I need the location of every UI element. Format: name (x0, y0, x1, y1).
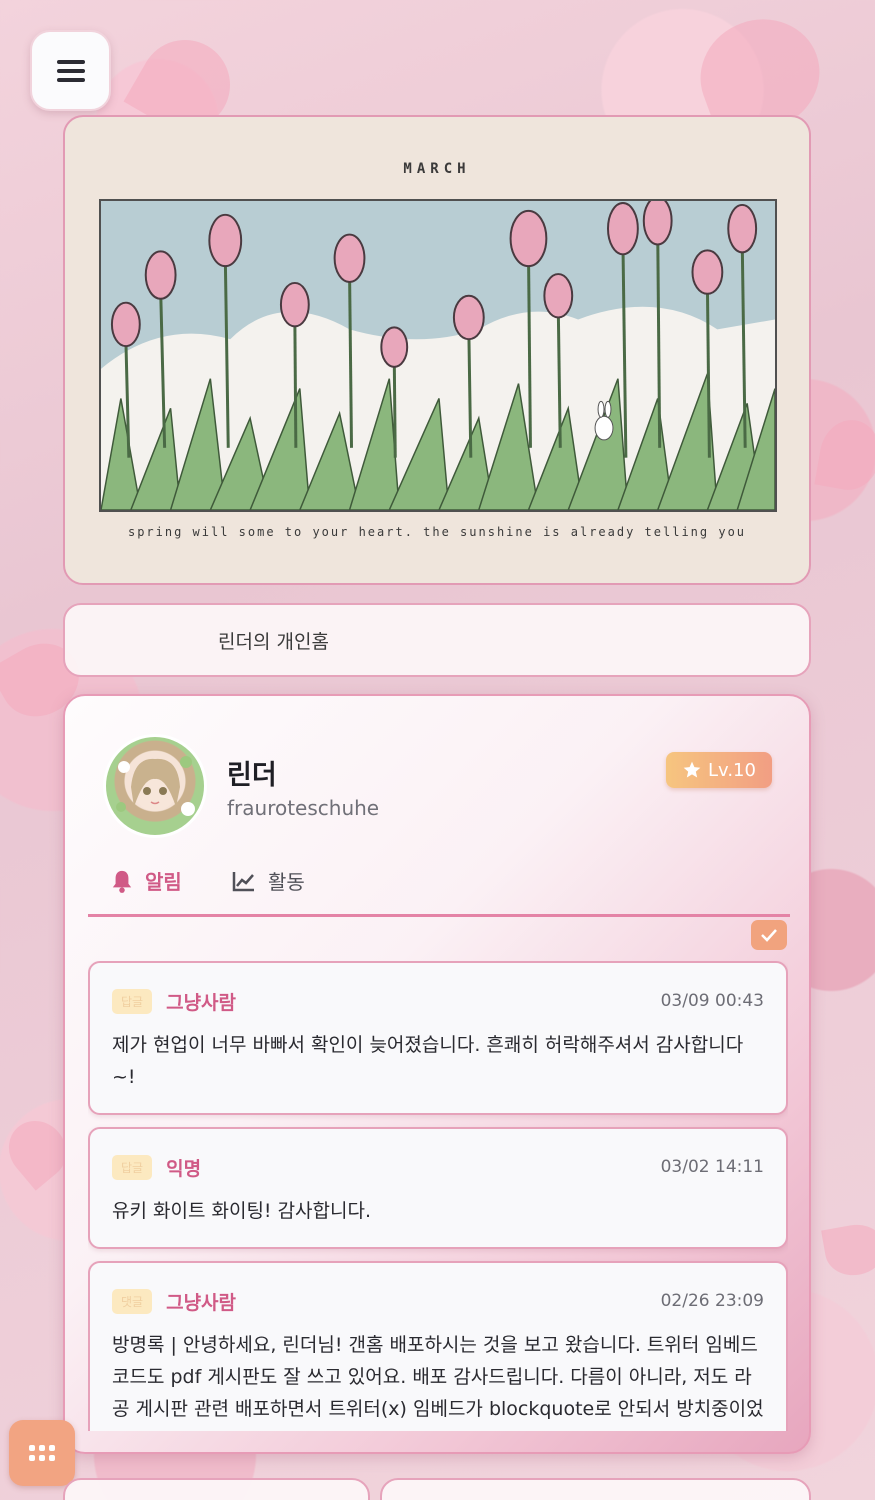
tab-activity[interactable]: 활동 (232, 866, 305, 895)
level-badge: Lv.10 (666, 752, 772, 788)
notification-message: 유키 화이트 화이팅! 감사합니다. (112, 1200, 372, 1222)
notification-item[interactable]: 댓글 그냥사람 02/26 23:09 방명록 | 안녕하세요, 린더님! 갠홈… (88, 1261, 788, 1431)
home-title: 린더의 개인홈 (218, 630, 329, 653)
header-banner: MARCH spring will some to your heart. th… (63, 115, 811, 585)
hamburger-icon (56, 59, 85, 82)
profile-panel: 린더 frauroteschuhe Lv.10 알림 활동 답글 그냥사람 03… (63, 694, 811, 1454)
star-icon (683, 761, 701, 778)
notification-time: 03/02 14:11 (660, 1157, 764, 1177)
notification-item[interactable]: 답글 그냥사람 03/09 00:43 제가 현업이 너무 바빠서 확인이 늦어… (88, 961, 788, 1115)
level-label: Lv.10 (708, 759, 756, 781)
notification-type-badge: 답글 (112, 988, 153, 1014)
avatar[interactable] (103, 734, 207, 838)
notification-message: 제가 현업이 너무 바빠서 확인이 늦어졌습니다. 흔쾌히 허락해주셔서 감사합… (112, 1034, 744, 1088)
tab-underline (88, 914, 790, 917)
notification-item[interactable]: 답글 익명 03/02 14:11 유키 화이트 화이팅! 감사합니다. (88, 1127, 788, 1249)
mark-all-read-button[interactable] (751, 920, 787, 950)
notification-list: 답글 그냥사람 03/09 00:43 제가 현업이 너무 바빠서 확인이 늦어… (88, 961, 788, 1431)
notification-time: 02/26 23:09 (660, 1291, 764, 1311)
notification-type-badge: 댓글 (112, 1288, 153, 1314)
notification-time: 03/09 00:43 (660, 991, 764, 1011)
menu-button[interactable] (30, 30, 111, 111)
notification-author[interactable]: 그냥사람 (166, 988, 236, 1015)
check-icon (761, 929, 777, 942)
avatar-image (116, 756, 195, 816)
notification-message: 방명록 | 안녕하세요, 린더님! 갠홈 배포하시는 것을 보고 왔습니다. 트… (112, 1334, 764, 1431)
notification-author[interactable]: 익명 (166, 1154, 201, 1181)
notification-author[interactable]: 그냥사람 (166, 1288, 236, 1315)
user-handle: frauroteschuhe (227, 796, 380, 820)
home-title-bar: 린더의 개인홈 (63, 603, 811, 677)
tab-activity-label: 활동 (268, 870, 305, 894)
banner-month: MARCH (403, 161, 471, 177)
bottom-card-right (380, 1478, 811, 1500)
banner-caption: spring will some to your heart. the suns… (127, 525, 747, 539)
tulip-illustration (99, 199, 777, 512)
grid-icon (29, 1445, 55, 1461)
user-name: 린더 (227, 760, 277, 791)
bell-icon (112, 870, 132, 893)
chart-line-icon (232, 871, 254, 891)
notification-type-badge: 답글 (112, 1154, 153, 1180)
tab-alerts-label: 알림 (145, 870, 182, 894)
tab-alerts[interactable]: 알림 (111, 866, 182, 895)
apps-button[interactable] (9, 1420, 75, 1486)
bottom-card-left (63, 1478, 370, 1500)
